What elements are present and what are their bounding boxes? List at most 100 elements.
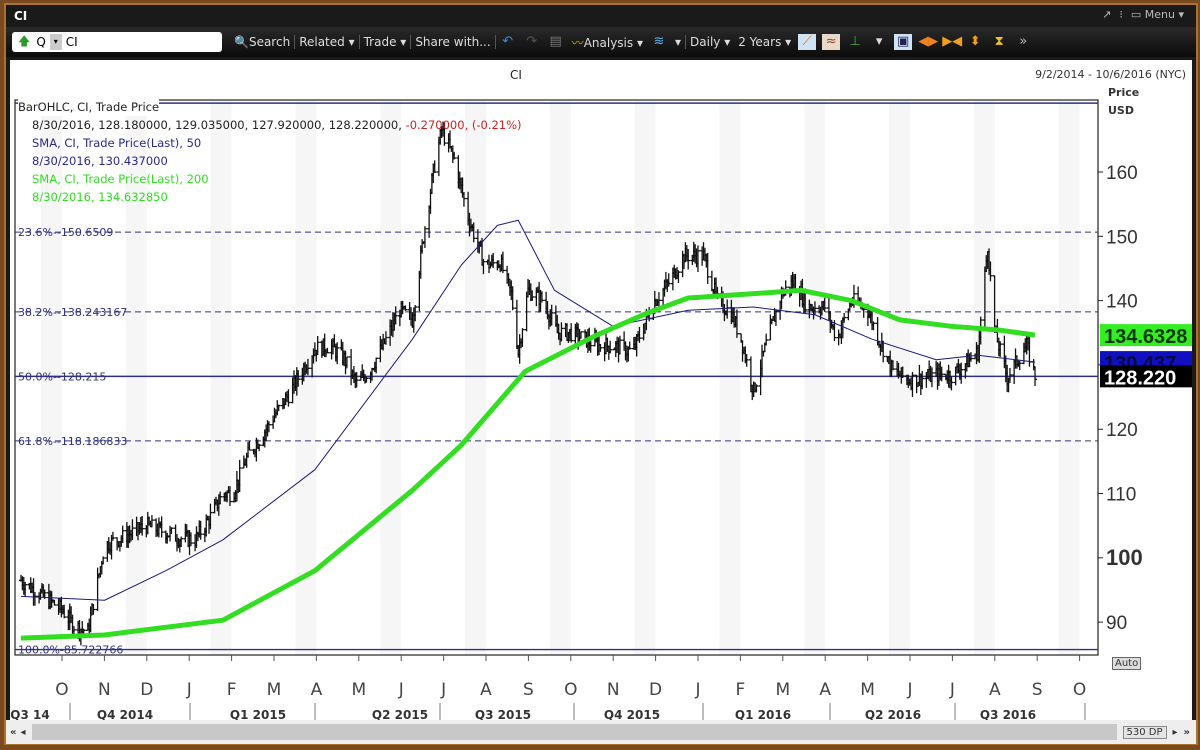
more-icon[interactable]: » — [1014, 34, 1032, 50]
quarter-label: Q1 2016 — [735, 708, 791, 720]
month-label: J — [398, 680, 404, 700]
y-tick-label: 100 — [1106, 545, 1143, 570]
month-label: A — [480, 680, 492, 700]
sma50-line — [20, 219, 1036, 601]
month-label: F — [227, 680, 237, 700]
related-menu[interactable]: Related ▾ — [295, 35, 360, 49]
y-tick-label: 110 — [1106, 485, 1136, 506]
range-select[interactable]: 2 Years ▾ — [734, 35, 795, 49]
line-chart-icon[interactable]: ⟋ — [798, 34, 817, 50]
month-label: O — [55, 680, 68, 700]
month-label: J — [440, 680, 446, 700]
quarter-label: Q3 2015 — [475, 708, 531, 720]
month-band — [634, 100, 656, 655]
month-label: M — [860, 680, 875, 700]
source-dropdown[interactable]: ▾ — [49, 34, 62, 50]
interval-select[interactable]: Daily ▾ — [686, 35, 734, 49]
legend-sma200-value: 8/30/2016, 134.632850 — [32, 190, 168, 204]
symbol-box: 🡅 Q ▾ CI — [12, 32, 222, 52]
month-label: M — [351, 680, 366, 700]
month-label: A — [989, 680, 1001, 700]
month-band — [804, 100, 826, 655]
title-bar: CI ↗ ⁝ ▭ Menu ▾ — [6, 5, 1196, 27]
price-badge-text-last: 128.220 — [1104, 367, 1176, 389]
month-label: J — [906, 680, 912, 700]
month-label: N — [607, 680, 620, 700]
expand-vertical-icon[interactable]: ⬍ — [966, 34, 984, 50]
compare-chart-icon[interactable]: ≈ — [822, 34, 841, 50]
legend-series-ohlc: BarOHLC, CI, Trade Price — [18, 98, 160, 116]
quarter-label: Q2 2016 — [865, 708, 921, 720]
quarter-label: Q2 2015 — [372, 708, 428, 720]
search-button[interactable]: 🔍Search — [230, 35, 296, 49]
month-label: D — [140, 680, 153, 700]
chart-legend: BarOHLC, CI, Trade Price 8/30/2016, 128.… — [18, 98, 522, 206]
legend-sma50-value: 8/30/2016, 130.437000 — [32, 154, 168, 168]
compress-vertical-icon[interactable]: ⧗ — [990, 34, 1008, 50]
scroll-start-icon[interactable]: « — [10, 727, 16, 738]
month-label: J — [694, 680, 700, 700]
legend-sma200: SMA, CI, Trade Price(Last), 200 — [32, 172, 209, 186]
month-band — [719, 100, 741, 655]
analysis-icon: 〰 — [571, 35, 584, 50]
fib-level-label: 61.8%--118.186833 — [18, 435, 127, 448]
popout-icon[interactable]: ↗ — [1102, 8, 1111, 21]
month-label: A — [819, 680, 831, 700]
share-button[interactable]: Share with... — [411, 35, 496, 49]
bar-style-icon[interactable]: ⊥ — [846, 34, 864, 50]
expand-horizontal-icon[interactable]: ◀▶ — [918, 34, 938, 50]
y-tick-label: 140 — [1106, 292, 1138, 313]
compress-horizontal-icon[interactable]: ▶◀ — [942, 34, 962, 50]
search-icon: 🔍 — [234, 35, 249, 49]
undo-icon[interactable]: ↶ — [499, 34, 517, 50]
month-band — [973, 100, 995, 655]
month-band — [1058, 100, 1080, 655]
fib-level-label: 100.0%-85.722766 — [18, 644, 123, 657]
scroll-right-icon[interactable]: ▸ — [1173, 727, 1178, 738]
symbol-input[interactable]: CI — [66, 35, 78, 49]
time-scrollbar[interactable]: « ◂ 530 DP ▸ » — [6, 720, 1196, 744]
fib-level-label: 38.2%--138.243167 — [18, 306, 127, 319]
interval-label: Daily — [690, 35, 721, 49]
menu-button[interactable]: ▭ Menu ▾ — [1131, 8, 1184, 21]
month-label: O — [1073, 680, 1086, 700]
layout-icon[interactable]: ▣ — [894, 34, 913, 50]
price-badge-text-sma200: 134.6328 — [1104, 326, 1187, 348]
fib-level-label: 50.0%--128.215 — [18, 370, 106, 383]
folder-icon[interactable]: ▤ — [547, 34, 565, 50]
style-dropdown[interactable]: ▾ — [870, 34, 888, 50]
month-band — [549, 100, 571, 655]
legend-sma50: SMA, CI, Trade Price(Last), 50 — [32, 136, 202, 150]
arrow-up-icon: 🡅 — [18, 33, 31, 48]
chart-panel: CI 9/2/2014 - 10/6/2016 (NYC) Price USD … — [10, 60, 1192, 720]
symbol-source[interactable]: Q — [36, 35, 45, 49]
search-label: Search — [248, 35, 291, 49]
month-label: N — [98, 680, 111, 700]
studies-dropdown[interactable]: ▾ — [671, 35, 687, 49]
menu-label: Menu — [1144, 8, 1175, 21]
month-label: O — [564, 680, 577, 700]
redo-icon[interactable]: ↷ — [523, 34, 541, 50]
month-label: A — [311, 680, 323, 700]
scroll-end-icon[interactable]: » — [1184, 727, 1190, 738]
month-label: D — [649, 680, 662, 700]
data-points-count[interactable]: 530 DP — [1122, 725, 1167, 739]
quarter-label: Q3 2016 — [980, 708, 1036, 720]
month-label: S — [523, 680, 534, 700]
fib-level-label: 23.6%--150.6509 — [18, 226, 113, 239]
month-label: M — [775, 680, 790, 700]
analysis-menu[interactable]: 〰Analysis ▾ — [568, 34, 647, 51]
legend-ohlc-values: 8/30/2016, 128.180000, 129.035000, 127.9… — [32, 118, 402, 132]
studies-icon[interactable]: ≋ — [650, 34, 668, 50]
y-tick-label: 160 — [1106, 163, 1138, 184]
link-icon[interactable]: ⁝ — [1119, 8, 1123, 21]
y-tick-label: 150 — [1106, 227, 1138, 248]
month-label: J — [186, 680, 192, 700]
month-label: S — [1032, 680, 1043, 700]
scroll-left-icon[interactable]: ◂ — [20, 727, 25, 738]
trade-menu[interactable]: Trade ▾ — [360, 35, 412, 49]
scroll-track[interactable] — [31, 724, 1117, 740]
y-tick-label: 90 — [1106, 613, 1127, 634]
quarter-label: Q4 2015 — [604, 708, 660, 720]
auto-scale-button[interactable]: Auto — [1112, 657, 1142, 670]
